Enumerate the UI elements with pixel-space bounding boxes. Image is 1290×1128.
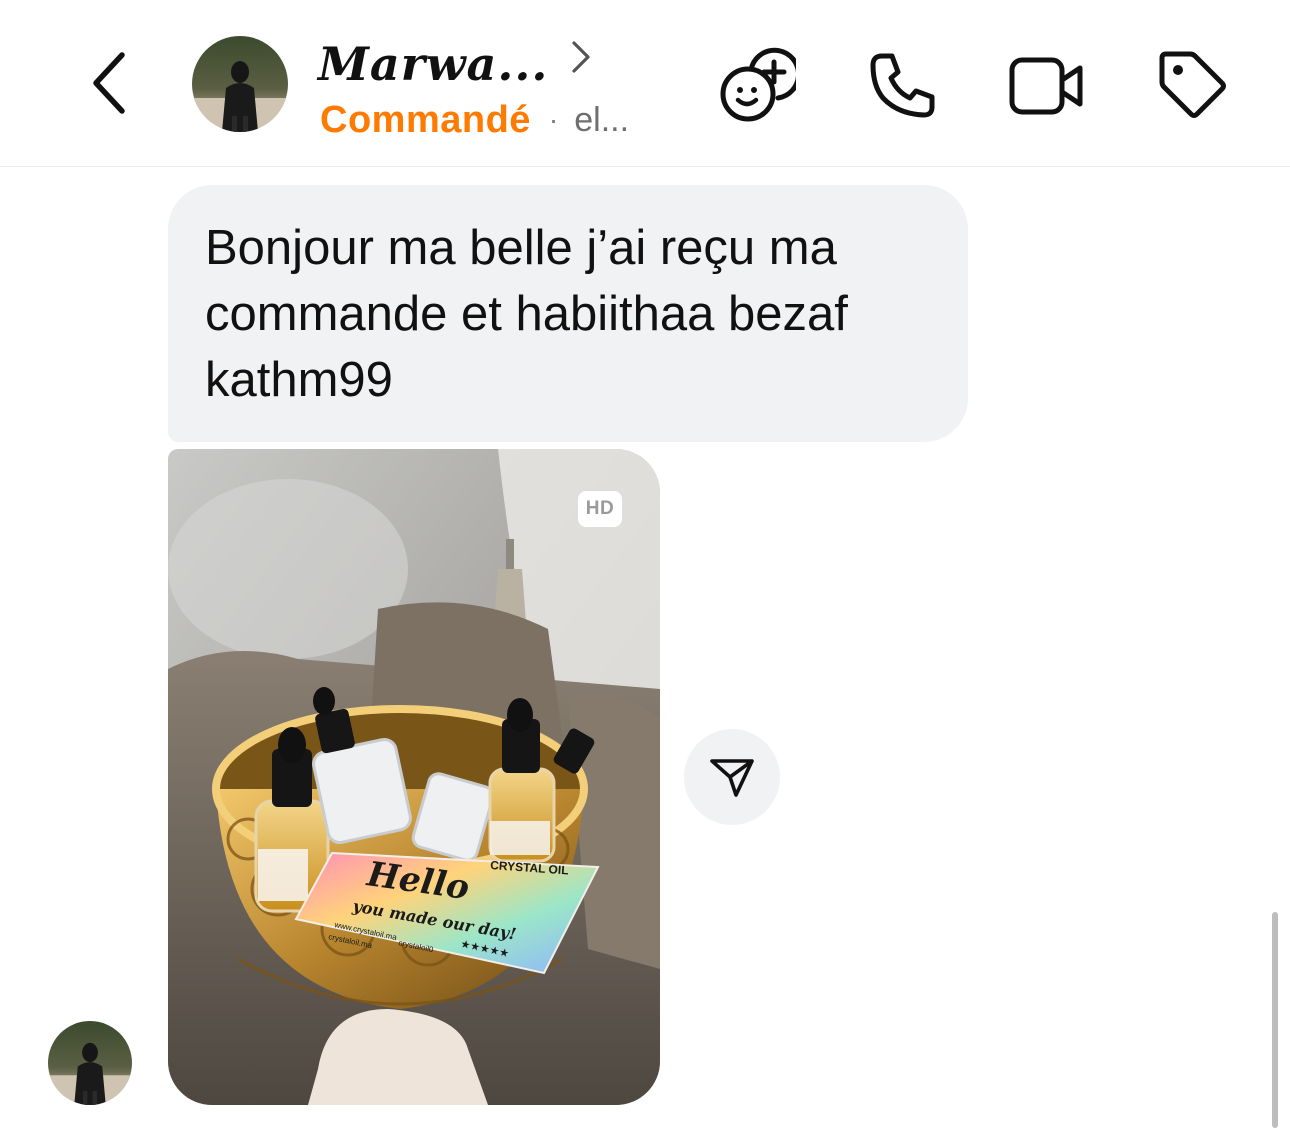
order-status-label: Commandé (320, 98, 531, 141)
phone-icon (870, 53, 935, 118)
status-separator: · (548, 104, 559, 135)
chevron-right-icon (572, 41, 591, 73)
message-bubble[interactable]: Bonjour ma belle j’ai reçu ma commande e… (168, 185, 968, 442)
tag-button[interactable] (1152, 46, 1232, 126)
send-icon (710, 759, 754, 797)
chat-header: Marwa... Commandé · el... (0, 0, 1290, 167)
status-extra-text: el... (574, 100, 630, 139)
photo-image: Hello CRYSTAL OIL you made our day! www.… (168, 449, 660, 1105)
video-camera-icon (1009, 57, 1083, 115)
avatar-photo (192, 36, 288, 132)
hd-badge: HD (578, 491, 622, 527)
chevron-left-icon (93, 52, 125, 114)
back-button[interactable] (80, 50, 136, 116)
contact-profile-link[interactable]: Marwa... (318, 36, 592, 92)
face-add-icon (720, 47, 796, 122)
chat-screen: Marwa... Commandé · el... Bonjour ma bel… (0, 0, 1290, 1128)
contact-name: Marwa... (318, 37, 549, 91)
contact-status: Commandé · el... (320, 98, 629, 142)
message-photo[interactable]: Hello CRYSTAL OIL you made our day! www.… (168, 449, 660, 1105)
message-text: Bonjour ma belle j’ai reçu ma commande e… (205, 221, 848, 407)
contact-avatar[interactable] (192, 36, 288, 132)
video-call-button[interactable] (1006, 46, 1086, 126)
tag-icon (1159, 51, 1226, 118)
audio-call-button[interactable] (862, 46, 942, 126)
avatar-photo (48, 1021, 132, 1105)
scrollbar-thumb[interactable] (1272, 912, 1278, 1128)
share-button[interactable] (684, 729, 780, 825)
effects-button[interactable] (716, 46, 796, 126)
sender-avatar[interactable] (48, 1021, 132, 1105)
